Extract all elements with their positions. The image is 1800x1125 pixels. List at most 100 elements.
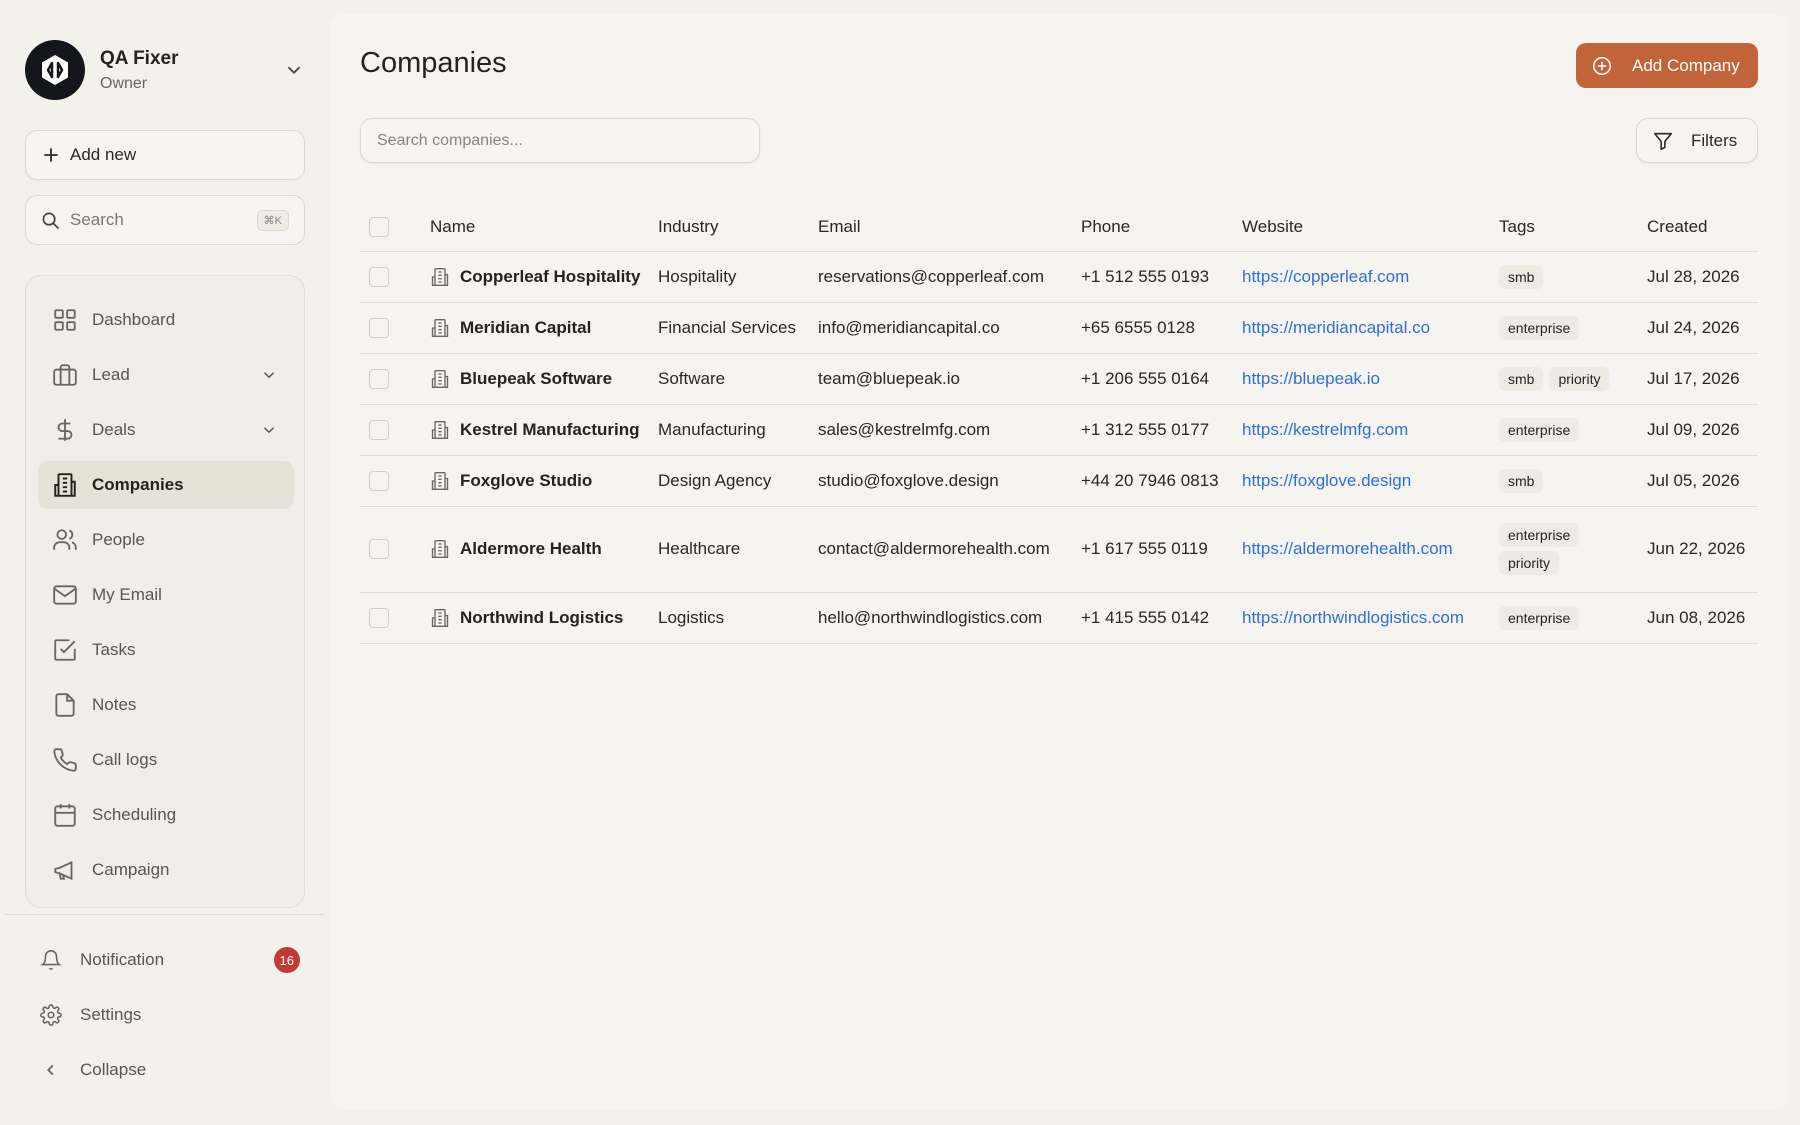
add-company-label: Add Company [1632, 55, 1740, 75]
note-icon [55, 693, 75, 717]
table-row[interactable]: Northwind Logistics Logistics hello@nort… [360, 592, 1758, 644]
company-phone: +1 312 555 0177 [1081, 404, 1242, 456]
company-industry: Logistics [658, 592, 818, 644]
column-header-industry[interactable]: Industry [658, 203, 818, 252]
add-new-button[interactable]: Add new [25, 130, 305, 180]
bell-icon [40, 950, 62, 970]
tag-badge: enterprise [1499, 605, 1580, 630]
tag-badge: priority [1499, 551, 1560, 575]
company-search-input[interactable] [360, 118, 760, 163]
sidebar-item-label: Companies [92, 475, 184, 494]
company-name[interactable]: Aldermore Health [460, 539, 602, 559]
sidebar-item-deals[interactable]: Deals [38, 406, 294, 454]
column-header-website[interactable]: Website [1242, 203, 1499, 252]
company-created: Jul 24, 2026 [1647, 302, 1758, 354]
sidebar-item-people[interactable]: People [38, 516, 294, 564]
chevron-down-icon[interactable] [260, 366, 278, 384]
table-row[interactable]: Kestrel Manufacturing Manufacturing sale… [360, 404, 1758, 456]
profile-switcher[interactable]: QA Fixer Owner [25, 39, 305, 101]
company-industry: Healthcare [658, 506, 818, 593]
company-website-link[interactable]: https://northwindlogistics.com [1242, 608, 1464, 627]
company-created: Jun 08, 2026 [1647, 592, 1758, 644]
search-icon [42, 212, 59, 229]
notification-button[interactable]: Notification 16 [40, 942, 300, 978]
table-row[interactable]: Aldermore Health Healthcare contact@alde… [360, 506, 1758, 593]
company-name[interactable]: Copperleaf Hospitality [460, 267, 640, 287]
company-email: contact@aldermorehealth.com [818, 506, 1081, 593]
select-all-checkbox[interactable] [369, 216, 389, 237]
plus-circle-icon [1592, 56, 1612, 75]
sidebar-item-label: Campaign [92, 860, 170, 879]
sidebar-search-input[interactable]: Search ⌘K [25, 195, 305, 245]
tag-badge: smb [1499, 264, 1544, 289]
row-checkbox[interactable] [369, 470, 389, 491]
company-website-link[interactable]: https://kestrelmfg.com [1242, 420, 1408, 439]
row-checkbox[interactable] [369, 368, 389, 389]
chevron-down-icon[interactable] [283, 59, 305, 81]
company-phone: +1 415 555 0142 [1081, 592, 1242, 644]
sidebar-item-campaign[interactable]: Campaign [38, 846, 294, 894]
dollar-icon [57, 419, 73, 441]
company-website-link[interactable]: https://bluepeak.io [1242, 369, 1380, 388]
column-header-created[interactable]: Created [1647, 203, 1758, 252]
table-row[interactable]: Bluepeak Software Software team@bluepeak… [360, 353, 1758, 405]
column-header-name[interactable]: Name [430, 203, 658, 252]
company-email: studio@foxglove.design [818, 455, 1081, 507]
row-checkbox[interactable] [369, 539, 389, 559]
sidebar-item-scheduling[interactable]: Scheduling [38, 791, 294, 839]
company-email: team@bluepeak.io [818, 353, 1081, 405]
table-row[interactable]: Foxglove Studio Design Agency studio@fox… [360, 455, 1758, 507]
row-checkbox[interactable] [369, 266, 389, 287]
company-created: Jul 28, 2026 [1647, 251, 1758, 303]
company-website-link[interactable]: https://aldermorehealth.com [1242, 539, 1453, 558]
sidebar-item-dashboard[interactable]: Dashboard [38, 296, 294, 344]
settings-button[interactable]: Settings [40, 997, 300, 1033]
sidebar-item-lead[interactable]: Lead [38, 351, 294, 399]
collapse-button[interactable]: Collapse [40, 1052, 300, 1088]
company-website-link[interactable]: https://meridiancapital.co [1242, 318, 1430, 337]
dashboard-icon [54, 309, 76, 331]
sidebar-item-label: Tasks [92, 640, 136, 659]
row-checkbox[interactable] [369, 607, 389, 628]
mail-icon [53, 585, 77, 605]
sidebar-item-call-logs[interactable]: Call logs [38, 736, 294, 784]
company-industry: Design Agency [658, 455, 818, 507]
sidebar-item-tasks[interactable]: Tasks [38, 626, 294, 674]
building-icon [431, 318, 449, 337]
page-title: Companies [360, 47, 507, 79]
tag-badge: smb [1499, 366, 1544, 391]
column-header-tags[interactable]: Tags [1499, 203, 1647, 252]
tag-badge: smb [1499, 468, 1544, 493]
sidebar-item-label: Scheduling [92, 805, 177, 824]
table-row[interactable]: Copperleaf Hospitality Hospitality reser… [360, 251, 1758, 303]
column-header-phone[interactable]: Phone [1081, 203, 1242, 252]
chevron-down-icon[interactable] [260, 421, 278, 439]
company-website-link[interactable]: https://foxglove.design [1242, 471, 1411, 490]
row-checkbox[interactable] [369, 317, 389, 338]
sidebar-search-placeholder: Search [70, 210, 124, 229]
sidebar-item-companies[interactable]: Companies [38, 461, 294, 509]
sidebar-item-notes[interactable]: Notes [38, 681, 294, 729]
company-created: Jul 09, 2026 [1647, 404, 1758, 456]
sidebar-item-label: Notes [92, 695, 137, 714]
filters-button[interactable]: Filters [1636, 118, 1758, 163]
checkbox-icon [54, 639, 76, 661]
company-name[interactable]: Kestrel Manufacturing [460, 420, 639, 440]
company-name[interactable]: Foxglove Studio [460, 471, 592, 491]
gear-icon [40, 1004, 62, 1026]
table-row[interactable]: Meridian Capital Financial Services info… [360, 302, 1758, 354]
sidebar-item-label: People [92, 530, 145, 549]
company-name[interactable]: Meridian Capital [460, 318, 591, 338]
company-email: hello@northwindlogistics.com [818, 592, 1081, 644]
sidebar-item-my-email[interactable]: My Email [38, 571, 294, 619]
company-name[interactable]: Northwind Logistics [460, 608, 623, 628]
phone-icon [53, 748, 77, 772]
logo-icon [42, 55, 68, 85]
add-company-button[interactable]: Add Company [1576, 43, 1758, 88]
column-header-email[interactable]: Email [818, 203, 1081, 252]
company-name[interactable]: Bluepeak Software [460, 369, 612, 389]
company-created: Jun 22, 2026 [1647, 506, 1758, 593]
filter-icon [1653, 132, 1673, 150]
row-checkbox[interactable] [369, 419, 389, 440]
company-website-link[interactable]: https://copperleaf.com [1242, 267, 1409, 286]
